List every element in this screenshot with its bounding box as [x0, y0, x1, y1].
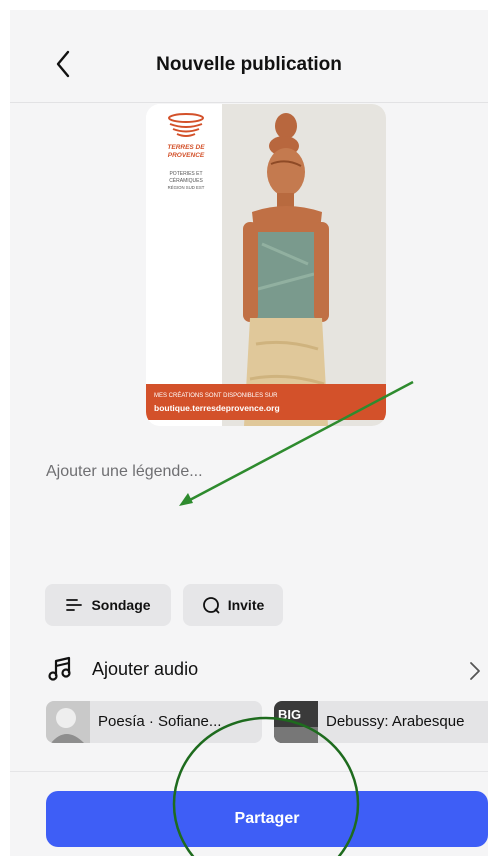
audio-suggestion-label: Debussy: Arabesque [326, 713, 465, 730]
brand-name-line2: PROVENCE [168, 152, 205, 159]
media-preview[interactable]: TERRES DE PROVENCE POTERIES ET CÉRAMIQUE… [146, 104, 386, 426]
add-audio-label: Ajouter audio [92, 659, 199, 679]
promo-banner-line1: MES CRÉATIONS SONT DISPONIBLES SUR [154, 392, 278, 399]
add-audio-row[interactable]: Ajouter audio [46, 652, 488, 688]
promo-banner [146, 384, 386, 420]
page-title: Nouvelle publication [156, 54, 342, 75]
share-button[interactable]: Partager [46, 791, 488, 847]
brand-name-line1: TERRES DE [167, 144, 205, 151]
album-art-thumbnail [46, 701, 90, 743]
chevron-right-icon [470, 662, 480, 680]
audio-suggestion-label: Poesía · Sofiane... [98, 713, 222, 730]
invite-button[interactable]: Invite [183, 584, 283, 626]
header-bar: Nouvelle publication [10, 10, 488, 103]
poll-icon [66, 599, 83, 611]
music-note-icon [48, 656, 71, 681]
promo-banner-line2: boutique.terresdeprovence.org [154, 403, 280, 413]
brand-tagline-2: CÉRAMIQUES [169, 177, 203, 184]
audio-suggestion[interactable]: BIG Debussy: Arabesque [274, 701, 488, 743]
album-art-thumbnail: BIG [274, 701, 318, 743]
sondage-label: Sondage [91, 597, 151, 613]
sondage-button[interactable]: Sondage [45, 584, 171, 626]
brand-tagline-3: RÉGION SUD EST [168, 185, 205, 190]
album-art-text: BIG [278, 707, 301, 722]
app-screen: Nouvelle publication TERRES DE PROVENCE … [10, 10, 488, 856]
divider [10, 771, 488, 772]
question-bubble-icon [202, 597, 220, 614]
brand-tagline-1: POTERIES ET [169, 171, 202, 177]
invite-label: Invite [227, 597, 265, 613]
caption-input[interactable]: Ajouter une légende... [46, 463, 203, 481]
audio-suggestion[interactable]: Poesía · Sofiane... [46, 701, 262, 743]
